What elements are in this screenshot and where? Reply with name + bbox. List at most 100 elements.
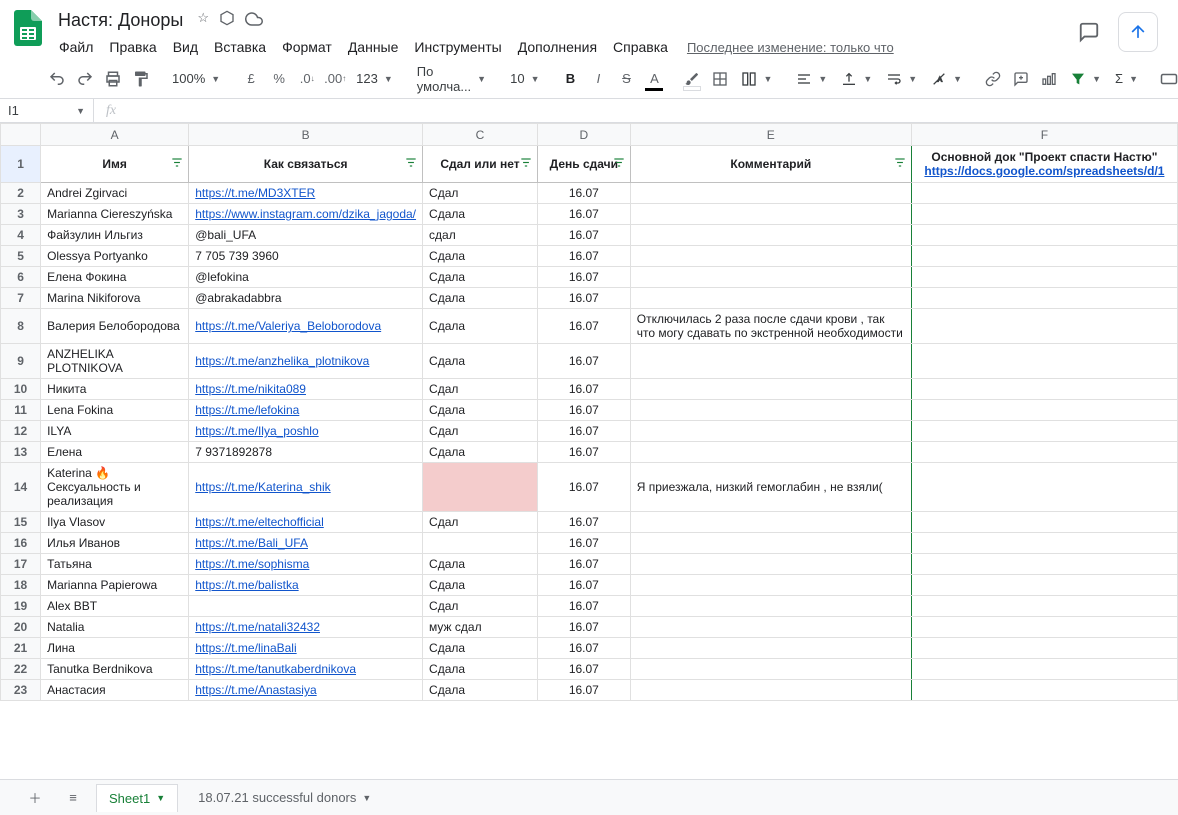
- cell[interactable]: [911, 344, 1177, 379]
- cell[interactable]: Lena Fokina: [41, 400, 189, 421]
- cell[interactable]: Katerina 🔥Сексуальность и реализация: [41, 463, 189, 512]
- row-head-8[interactable]: 8: [1, 309, 41, 344]
- cell[interactable]: [911, 421, 1177, 442]
- row-head-13[interactable]: 13: [1, 442, 41, 463]
- move-icon[interactable]: [219, 10, 235, 31]
- row-head-9[interactable]: 9: [1, 344, 41, 379]
- cell[interactable]: 16.07: [537, 225, 630, 246]
- filter-icon[interactable]: [404, 156, 418, 173]
- cell[interactable]: ILYA: [41, 421, 189, 442]
- cell[interactable]: @lefokina: [189, 267, 423, 288]
- percent-button[interactable]: %: [266, 66, 292, 92]
- functions-button[interactable]: Σ▼: [1109, 67, 1144, 91]
- menu-help[interactable]: Справка: [606, 35, 675, 59]
- cell[interactable]: 16.07: [537, 463, 630, 512]
- cell[interactable]: [911, 533, 1177, 554]
- rotate-button[interactable]: A▼: [925, 67, 968, 91]
- row-head-11[interactable]: 11: [1, 400, 41, 421]
- cell[interactable]: 16.07: [537, 659, 630, 680]
- comments-icon[interactable]: [1076, 19, 1102, 45]
- filter-icon[interactable]: [519, 156, 533, 173]
- cell[interactable]: [630, 533, 911, 554]
- cell[interactable]: [911, 596, 1177, 617]
- row-head-5[interactable]: 5: [1, 246, 41, 267]
- col-head-E[interactable]: E: [630, 124, 911, 146]
- font-size-select[interactable]: 10▼: [504, 67, 545, 91]
- cell[interactable]: https://t.me/sophisma: [189, 554, 423, 575]
- name-box[interactable]: I1▼: [0, 99, 94, 122]
- number-format-select[interactable]: 123▼: [350, 67, 399, 91]
- cell[interactable]: Сдал: [423, 596, 538, 617]
- merge-button[interactable]: ▼: [735, 67, 778, 91]
- cell[interactable]: [911, 638, 1177, 659]
- cell[interactable]: [189, 596, 423, 617]
- filter-icon[interactable]: [893, 156, 907, 173]
- cell[interactable]: муж сдал: [423, 617, 538, 638]
- cell[interactable]: [911, 225, 1177, 246]
- cell[interactable]: [630, 575, 911, 596]
- chart-button[interactable]: [1036, 66, 1062, 92]
- cell[interactable]: Сдала: [423, 659, 538, 680]
- cell[interactable]: Елена Фокина: [41, 267, 189, 288]
- cell[interactable]: 16.07: [537, 267, 630, 288]
- cell[interactable]: Marianna Ciereszyńska: [41, 204, 189, 225]
- cell[interactable]: [911, 617, 1177, 638]
- cell[interactable]: [911, 512, 1177, 533]
- header-maindoc[interactable]: Основной док "Проект спасти Настю"https:…: [911, 146, 1177, 183]
- cell[interactable]: Валерия Белобородова: [41, 309, 189, 344]
- cell[interactable]: Отключилась 2 раза после сдачи крови , т…: [630, 309, 911, 344]
- cell[interactable]: Tanutka Berdnikova: [41, 659, 189, 680]
- menu-format[interactable]: Формат: [275, 35, 339, 59]
- cell[interactable]: 16.07: [537, 183, 630, 204]
- cell[interactable]: [911, 463, 1177, 512]
- cell[interactable]: 16.07: [537, 288, 630, 309]
- currency-button[interactable]: £: [238, 66, 264, 92]
- cell[interactable]: Сдала: [423, 267, 538, 288]
- cell[interactable]: Сдала: [423, 400, 538, 421]
- col-head-B[interactable]: B: [189, 124, 423, 146]
- cell[interactable]: сдал: [423, 225, 538, 246]
- undo-button[interactable]: [44, 66, 70, 92]
- cell[interactable]: [911, 659, 1177, 680]
- header-donated[interactable]: Сдал или нет: [423, 146, 538, 183]
- cell[interactable]: Сдала: [423, 638, 538, 659]
- zoom-select[interactable]: 100%▼: [166, 67, 226, 91]
- menu-edit[interactable]: Правка: [102, 35, 163, 59]
- filter-icon[interactable]: [612, 156, 626, 173]
- cell[interactable]: Alex BBT: [41, 596, 189, 617]
- cell[interactable]: [911, 267, 1177, 288]
- row-head-23[interactable]: 23: [1, 680, 41, 701]
- v-align-button[interactable]: ▼: [835, 67, 878, 91]
- cell[interactable]: [911, 183, 1177, 204]
- cell[interactable]: 16.07: [537, 533, 630, 554]
- cell[interactable]: https://t.me/nikita089: [189, 379, 423, 400]
- doc-title[interactable]: Настя: Доноры: [52, 8, 189, 33]
- sheet-tab-other[interactable]: 18.07.21 successful donors▼: [186, 784, 383, 811]
- bold-button[interactable]: B: [557, 66, 583, 92]
- paint-format-button[interactable]: [128, 66, 154, 92]
- row-head-18[interactable]: 18: [1, 575, 41, 596]
- cell[interactable]: [630, 442, 911, 463]
- cell[interactable]: https://t.me/Katerina_shik: [189, 463, 423, 512]
- cell[interactable]: @abrakadabbra: [189, 288, 423, 309]
- cell[interactable]: [630, 204, 911, 225]
- row-head-3[interactable]: 3: [1, 204, 41, 225]
- grid[interactable]: A B C D E F 1 Имя Как связаться Сдал или…: [0, 123, 1178, 779]
- cell[interactable]: https://t.me/Anastasiya: [189, 680, 423, 701]
- cell[interactable]: https://t.me/eltechofficial: [189, 512, 423, 533]
- text-color-button[interactable]: A: [641, 66, 667, 92]
- italic-button[interactable]: I: [585, 66, 611, 92]
- cell[interactable]: [630, 554, 911, 575]
- row-head-14[interactable]: 14: [1, 463, 41, 512]
- cell[interactable]: [911, 246, 1177, 267]
- cell[interactable]: 16.07: [537, 400, 630, 421]
- menu-tools[interactable]: Инструменты: [407, 35, 508, 59]
- cell[interactable]: Сдала: [423, 288, 538, 309]
- cell[interactable]: Сдал: [423, 379, 538, 400]
- cell[interactable]: https://t.me/tanutkaberdnikova: [189, 659, 423, 680]
- row-head-15[interactable]: 15: [1, 512, 41, 533]
- cell[interactable]: [630, 617, 911, 638]
- filter-icon[interactable]: [170, 156, 184, 173]
- cell[interactable]: Никита: [41, 379, 189, 400]
- cell[interactable]: https://t.me/Ilya_poshlo: [189, 421, 423, 442]
